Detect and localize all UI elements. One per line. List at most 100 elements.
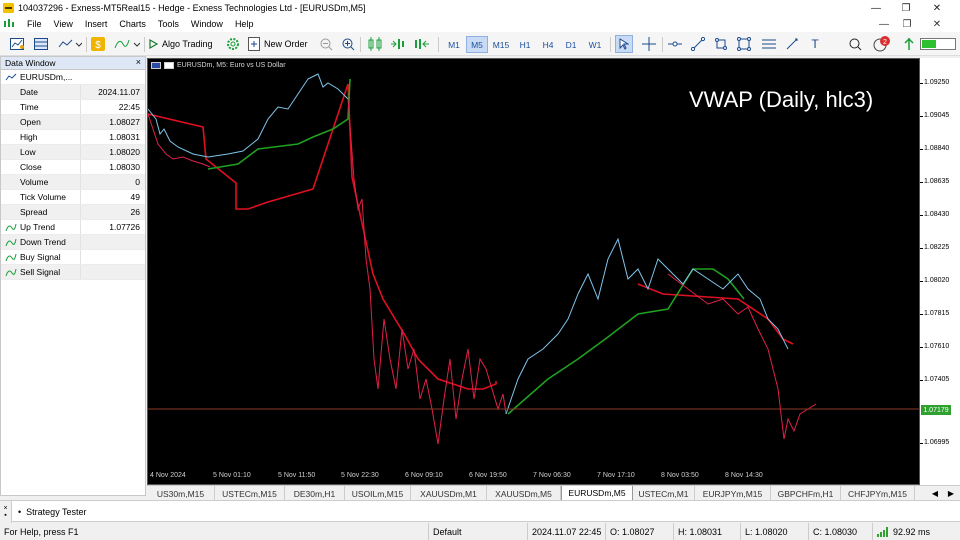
strategy-tester-button[interactable]: • Strategy Tester xyxy=(18,507,87,517)
horizontal-line-icon[interactable] xyxy=(666,35,684,53)
x-tick: 6 Nov 09:10 xyxy=(405,472,443,479)
x-tick: 7 Nov 17:10 xyxy=(597,472,635,479)
x-tick: 7 Nov 06:30 xyxy=(533,472,571,479)
symbol-row: EURUSDm,... xyxy=(1,70,145,85)
algo-trading-button[interactable]: Algo Trading xyxy=(148,35,220,53)
x-tick: 5 Nov 22:30 xyxy=(341,472,379,479)
status-high: H: 1.08031 xyxy=(673,523,739,540)
row-label: Time xyxy=(1,100,81,114)
close-button[interactable]: ✕ xyxy=(922,0,952,16)
auto-scroll-icon[interactable] xyxy=(389,35,407,53)
timeframe-m5[interactable]: M5 xyxy=(466,36,488,53)
chart-tab-active[interactable]: EURUSDm,M5 xyxy=(561,486,633,501)
chart-tab[interactable]: EURJPYm,M15 xyxy=(695,486,771,501)
shapes-icon[interactable] xyxy=(712,35,730,53)
menu-view[interactable]: View xyxy=(48,19,79,29)
cursor-icon[interactable] xyxy=(615,35,633,53)
chart-tab[interactable]: USTECm,M15 xyxy=(215,486,285,501)
chart-tab[interactable]: XAUUSDm,M5 xyxy=(487,486,561,501)
settings-gear-icon[interactable] xyxy=(224,35,242,53)
signal-bars-icon xyxy=(877,526,888,537)
new-chart-icon[interactable] xyxy=(8,35,26,53)
signal-icon[interactable] xyxy=(901,35,917,53)
menu-charts[interactable]: Charts xyxy=(113,19,152,29)
tab-scroll-right-icon[interactable]: ▶ xyxy=(944,486,958,501)
price-chart[interactable]: EURUSDm, M5: Euro vs US Dollar VWAP (Dai… xyxy=(147,58,920,485)
trendline-icon[interactable] xyxy=(689,35,707,53)
toolbox-side-handle[interactable]: × ▪ xyxy=(0,501,12,523)
menu-insert[interactable]: Insert xyxy=(79,19,114,29)
maximize-button[interactable]: ❐ xyxy=(891,0,921,16)
menu-help[interactable]: Help xyxy=(229,19,260,29)
tab-scroll-left-icon[interactable]: ◀ xyxy=(928,486,942,501)
x-tick: 8 Nov 14:30 xyxy=(725,472,763,479)
mdi-minimize-button[interactable]: — xyxy=(872,16,896,32)
notifications-icon[interactable]: 2 xyxy=(871,35,893,53)
chart-tab[interactable]: USTECm,M1 xyxy=(633,486,695,501)
menu-bar: File View Insert Charts Tools Window Hel… xyxy=(0,16,960,32)
x-tick: 5 Nov 01:10 xyxy=(213,472,251,479)
chart-tab[interactable]: USOILm,M15 xyxy=(345,486,411,501)
timeframe-m15[interactable]: M15 xyxy=(489,36,513,53)
bullet-icon: • xyxy=(18,507,22,517)
market-icon[interactable]: $ xyxy=(90,35,106,53)
timeframe-h4[interactable]: H4 xyxy=(537,36,559,53)
y-tick: 1.08635 xyxy=(924,178,950,185)
tile-windows-icon[interactable] xyxy=(366,35,384,53)
vwap-line-up-2 xyxy=(507,268,745,415)
chart-tab[interactable]: CHFJPYm,M15 xyxy=(841,486,915,501)
data-row-volume: Volume 0 xyxy=(1,175,145,190)
row-label: Spread xyxy=(1,205,81,219)
row-label: Buy Signal xyxy=(20,252,61,262)
indicators-icon[interactable] xyxy=(112,35,142,53)
row-label: Close xyxy=(1,160,81,174)
timeframe-m1[interactable]: M1 xyxy=(443,36,465,53)
y-tick: 1.06995 xyxy=(924,439,950,446)
row-value: 1.08031 xyxy=(109,132,140,142)
indicator-overlay-label: VWAP (Daily, hlc3) xyxy=(689,87,874,112)
mdi-close-button[interactable]: ✕ xyxy=(925,16,949,32)
text-tool-icon[interactable]: T xyxy=(806,35,824,53)
timeframe-w1[interactable]: W1 xyxy=(584,36,606,53)
minimize-button[interactable]: — xyxy=(861,0,891,16)
row-value: 1.08030 xyxy=(109,162,140,172)
menu-window[interactable]: Window xyxy=(185,19,229,29)
ping-value: 92.92 ms xyxy=(893,526,931,537)
data-row-high: High 1.08031 xyxy=(1,130,145,145)
close-icon[interactable]: × xyxy=(3,505,7,512)
crosshair-icon[interactable] xyxy=(640,35,658,53)
chart-tab[interactable]: US30m,M15 xyxy=(147,486,215,501)
chart-tab[interactable]: DE30m,H1 xyxy=(285,486,345,501)
strategy-tester-label: Strategy Tester xyxy=(26,507,87,517)
symbol-name: EURUSDm,... xyxy=(20,72,73,82)
timeframe-d1[interactable]: D1 xyxy=(560,36,582,53)
chart-shift-icon[interactable] xyxy=(412,35,432,53)
toolbar: $ Algo Trading New Order M1 M5 M15 H1 H4… xyxy=(0,32,960,56)
y-tick: 1.07815 xyxy=(924,310,950,317)
search-icon[interactable] xyxy=(846,35,864,53)
channel-icon[interactable] xyxy=(735,35,753,53)
timeframe-h1[interactable]: H1 xyxy=(514,36,536,53)
close-icon[interactable]: × xyxy=(136,57,141,67)
menu-file[interactable]: File xyxy=(21,19,48,29)
chart-tab[interactable]: GBPCHFm,H1 xyxy=(771,486,841,501)
zoom-in-icon[interactable] xyxy=(340,35,356,53)
vwap-line-up xyxy=(207,78,351,170)
draw-line-icon[interactable] xyxy=(783,35,801,53)
y-tick: 1.09250 xyxy=(924,79,950,86)
chart-tab[interactable]: XAUUSDm,M1 xyxy=(411,486,487,501)
chart-type-icon[interactable] xyxy=(56,35,84,53)
play-icon xyxy=(149,39,158,49)
zoom-out-icon[interactable] xyxy=(318,35,334,53)
us-flag-icon xyxy=(164,62,174,69)
toolbox-panel: × ▪ • Strategy Tester xyxy=(0,500,960,523)
new-order-button[interactable]: New Order xyxy=(248,35,314,53)
profiles-icon[interactable] xyxy=(32,35,50,53)
data-row-open: Open 1.08027 xyxy=(1,115,145,130)
mdi-restore-button[interactable]: ❐ xyxy=(895,16,919,32)
menu-tools[interactable]: Tools xyxy=(152,19,185,29)
data-row-down-trend: Down Trend xyxy=(1,235,145,250)
data-window-header: Data Window × xyxy=(1,57,145,70)
fibonacci-icon[interactable] xyxy=(760,35,778,53)
pin-icon[interactable]: ▪ xyxy=(4,512,6,519)
